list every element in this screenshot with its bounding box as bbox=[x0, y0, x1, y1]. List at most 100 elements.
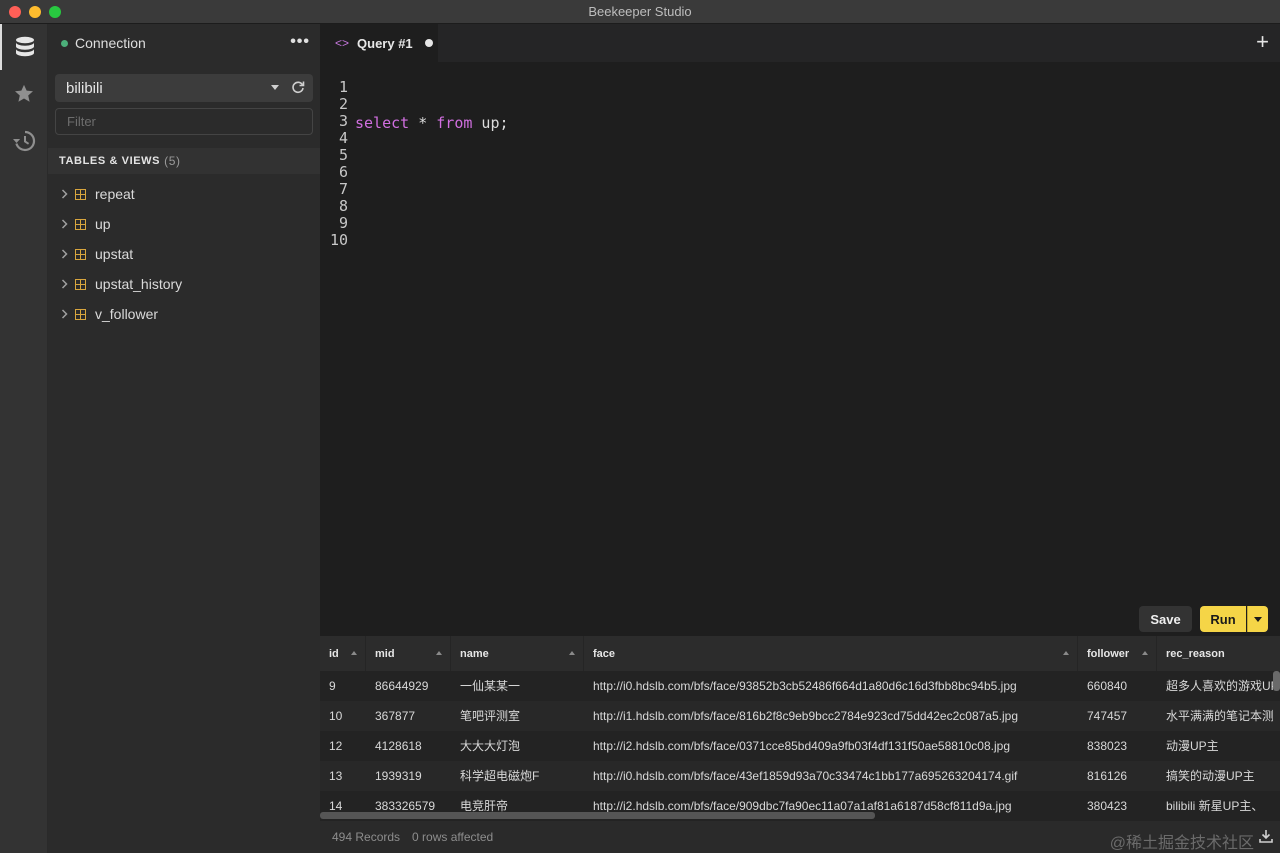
sort-icon[interactable] bbox=[1063, 651, 1069, 655]
table-row[interactable]: 9 86644929 一仙某某一 http://i0.hdslb.com/bfs… bbox=[320, 671, 1280, 701]
cell-name[interactable]: 大大大灯泡 bbox=[451, 731, 584, 761]
unsaved-dot-icon[interactable] bbox=[424, 39, 433, 47]
cell-follower[interactable]: 660840 bbox=[1078, 671, 1157, 701]
cell-rec-reason[interactable]: bilibili 新星UP主、 bbox=[1157, 791, 1273, 821]
sort-icon[interactable] bbox=[1142, 651, 1148, 655]
chevron-right-icon[interactable] bbox=[58, 189, 70, 199]
cell-follower[interactable]: 816126 bbox=[1078, 761, 1157, 791]
table-item-up[interactable]: up bbox=[48, 209, 320, 239]
cell-mid[interactable]: 1939319 bbox=[366, 761, 451, 791]
column-header-id[interactable]: id bbox=[320, 636, 366, 671]
activity-rail bbox=[0, 24, 48, 853]
download-icon[interactable] bbox=[1258, 828, 1274, 847]
cell-id[interactable]: 9 bbox=[320, 671, 366, 701]
connection-label[interactable]: Connection bbox=[75, 35, 146, 51]
column-header-follower[interactable]: follower bbox=[1078, 636, 1157, 671]
cell-name[interactable]: 科学超电磁炮F bbox=[451, 761, 584, 791]
cell-name[interactable]: 一仙某某一 bbox=[451, 671, 584, 701]
table-item-upstat-history[interactable]: upstat_history bbox=[48, 269, 320, 299]
table-icon bbox=[75, 278, 86, 290]
line-number: 7 bbox=[338, 180, 348, 198]
line-number: 8 bbox=[338, 197, 348, 215]
rail-favorites-button[interactable] bbox=[0, 71, 48, 117]
cell-mid[interactable]: 367877 bbox=[366, 701, 451, 731]
sort-icon[interactable] bbox=[569, 651, 575, 655]
column-header-name[interactable]: name bbox=[451, 636, 584, 671]
sql-table: up; bbox=[472, 114, 509, 132]
column-header-mid[interactable]: mid bbox=[366, 636, 451, 671]
sort-icon[interactable] bbox=[351, 651, 357, 655]
cell-face[interactable]: http://i2.hdslb.com/bfs/face/0371cce85bd… bbox=[584, 731, 1078, 761]
chevron-right-icon[interactable] bbox=[58, 219, 70, 229]
maximize-window-button[interactable] bbox=[49, 6, 61, 18]
database-select[interactable]: bilibili bbox=[55, 74, 313, 102]
chevron-down-icon bbox=[271, 85, 279, 90]
cell-id[interactable]: 10 bbox=[320, 701, 366, 731]
tables-views-title: TABLES & VIEWS bbox=[59, 155, 161, 167]
window-controls bbox=[9, 6, 61, 18]
tab-label: Query #1 bbox=[357, 35, 413, 51]
cell-face[interactable]: http://i1.hdslb.com/bfs/face/816b2f8c9eb… bbox=[584, 701, 1078, 731]
close-window-button[interactable] bbox=[9, 6, 21, 18]
column-header-rec-reason[interactable]: rec_reason bbox=[1157, 636, 1280, 671]
chevron-right-icon[interactable] bbox=[58, 279, 70, 289]
cell-id[interactable]: 13 bbox=[320, 761, 366, 791]
table-item-upstat[interactable]: upstat bbox=[48, 239, 320, 269]
line-number-gutter: 1 2 3 4 5 6 7 8 9 10 bbox=[328, 79, 348, 249]
cell-rec-reason[interactable]: 动漫UP主 bbox=[1157, 731, 1273, 761]
cell-name[interactable]: 笔吧评测室 bbox=[451, 701, 584, 731]
code-icon: <> bbox=[335, 36, 350, 50]
star-icon bbox=[15, 84, 33, 102]
sidebar: Connection ••• bilibili TABLES & VIEWS (… bbox=[48, 24, 320, 853]
results-header: id mid name face follower rec_reason bbox=[320, 636, 1280, 671]
table-row[interactable]: 13 1939319 科学超电磁炮F http://i0.hdslb.com/b… bbox=[320, 761, 1280, 791]
rail-history-button[interactable] bbox=[0, 118, 48, 164]
cell-rec-reason[interactable]: 水平满满的笔记本测评 bbox=[1157, 701, 1273, 731]
code-area[interactable]: select * from up; bbox=[355, 79, 509, 168]
cell-rec-reason[interactable]: 超多人喜欢的游戏UP主 bbox=[1157, 671, 1273, 701]
table-icon bbox=[75, 248, 86, 260]
column-header-face[interactable]: face bbox=[584, 636, 1078, 671]
connection-header: Connection ••• bbox=[48, 24, 320, 62]
table-row[interactable]: 12 4128618 大大大灯泡 http://i2.hdslb.com/bfs… bbox=[320, 731, 1280, 761]
table-item-v-follower[interactable]: v_follower bbox=[48, 299, 320, 329]
sql-editor[interactable]: 1 2 3 4 5 6 7 8 9 10 select * from up; bbox=[320, 62, 1280, 632]
table-name: up bbox=[95, 216, 111, 232]
table-name: upstat_history bbox=[95, 276, 183, 292]
table-item-repeat[interactable]: repeat bbox=[48, 179, 320, 209]
vertical-scrollbar[interactable] bbox=[1273, 671, 1280, 691]
cell-mid[interactable]: 4128618 bbox=[366, 731, 451, 761]
status-bar: 494 Records 0 rows affected @稀土掘金技术社区 bbox=[320, 821, 1280, 853]
filter-input[interactable] bbox=[55, 108, 313, 135]
results-grid: id mid name face follower rec_reason 9 8… bbox=[320, 636, 1280, 821]
table-icon bbox=[75, 308, 86, 320]
minimize-window-button[interactable] bbox=[29, 6, 41, 18]
more-options-icon[interactable]: ••• bbox=[290, 33, 310, 51]
table-row[interactable]: 10 367877 笔吧评测室 http://i1.hdslb.com/bfs/… bbox=[320, 701, 1280, 731]
cell-face[interactable]: http://i0.hdslb.com/bfs/face/93852b3cb52… bbox=[584, 671, 1078, 701]
line-number: 3 bbox=[338, 112, 348, 130]
chevron-right-icon[interactable] bbox=[58, 309, 70, 319]
cell-mid[interactable]: 86644929 bbox=[366, 671, 451, 701]
table-name: v_follower bbox=[95, 306, 159, 322]
refresh-icon[interactable] bbox=[291, 80, 305, 98]
cell-follower[interactable]: 747457 bbox=[1078, 701, 1157, 731]
cell-follower[interactable]: 838023 bbox=[1078, 731, 1157, 761]
database-select-value: bilibili bbox=[66, 79, 103, 97]
cell-id[interactable]: 12 bbox=[320, 731, 366, 761]
new-tab-button[interactable]: + bbox=[1256, 31, 1269, 53]
run-options-dropdown[interactable] bbox=[1247, 606, 1268, 632]
sort-icon[interactable] bbox=[436, 651, 442, 655]
cell-rec-reason[interactable]: 搞笑的动漫UP主 bbox=[1157, 761, 1273, 791]
rail-connection-button[interactable] bbox=[0, 24, 48, 70]
cell-face[interactable]: http://i0.hdslb.com/bfs/face/43ef1859d93… bbox=[584, 761, 1078, 791]
horizontal-scrollbar[interactable] bbox=[320, 812, 875, 819]
run-button[interactable]: Run bbox=[1200, 606, 1246, 632]
line-number: 2 bbox=[338, 95, 348, 113]
column-title: rec_reason bbox=[1166, 647, 1225, 660]
cell-follower[interactable]: 380423 bbox=[1078, 791, 1157, 821]
save-button[interactable]: Save bbox=[1139, 606, 1192, 632]
chevron-right-icon[interactable] bbox=[58, 249, 70, 259]
tab-query-1[interactable]: <> Query #1 bbox=[320, 24, 438, 62]
sql-star: * bbox=[409, 114, 437, 132]
